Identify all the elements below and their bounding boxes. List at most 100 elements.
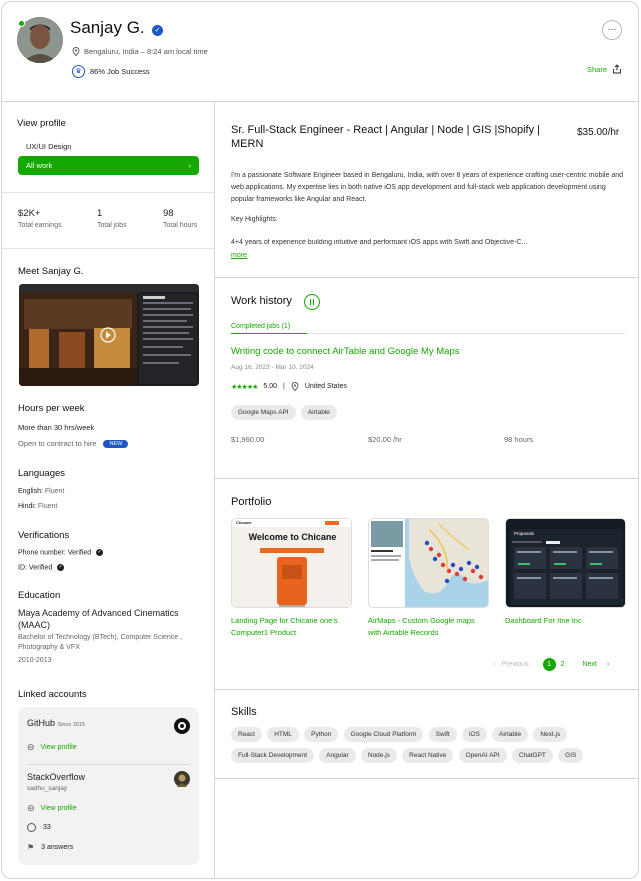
chevron-right-icon: ›	[188, 161, 192, 170]
job-tag[interactable]: Airtable	[300, 405, 337, 420]
education-school: Maya Academy of Advanced Cinematics (MAA…	[18, 608, 179, 630]
skill-chip[interactable]: Python	[304, 727, 339, 742]
skill-chip[interactable]: React Native	[402, 748, 454, 763]
skill-chip[interactable]: Node.js	[360, 748, 397, 763]
location-pin-icon	[72, 47, 80, 56]
portfolio-item-title[interactable]: Landing Page for Chicane one's Computer1…	[231, 615, 352, 639]
skill-chip[interactable]: OpenAI API	[458, 748, 507, 763]
stat-label: Total hours	[163, 222, 198, 229]
specialization-ux-ui[interactable]: UX/UI Design	[26, 142, 71, 151]
stackoverflow-view-profile-link[interactable]: ⊖ View profile	[27, 803, 77, 814]
tab-completed-jobs[interactable]: Completed jobs (1)	[231, 323, 290, 330]
more-link[interactable]: more	[231, 252, 247, 259]
chevron-left-icon: ‹	[493, 661, 496, 668]
verification-label: ID:	[18, 564, 27, 572]
more-options-button[interactable]: ···	[602, 20, 622, 40]
language-hindi: Hindi: Fluent	[18, 503, 57, 510]
stackoverflow-avatar	[174, 771, 190, 787]
language-english: English: Fluent	[18, 488, 64, 495]
highlight-item: 4+4 years of experience building intuiti…	[231, 239, 528, 246]
overview-section: Sr. Full-Stack Engineer - React | Angula…	[215, 102, 638, 278]
location-text: Bengaluru, India – 8:24 am local time	[84, 47, 208, 56]
skill-chip[interactable]: Airtable	[492, 727, 529, 742]
linked-accounts-title: Linked accounts	[18, 689, 87, 700]
job-tag[interactable]: Google Maps API	[231, 405, 296, 420]
view-profile-label: View profile	[40, 805, 77, 812]
skill-chip[interactable]: HTML	[267, 727, 299, 742]
intro-video[interactable]	[19, 284, 199, 386]
language-name: English:	[18, 488, 43, 495]
portfolio-grid: Chicane Welcome to Chicane Proposals	[231, 518, 631, 613]
verifications-title: Verifications	[18, 530, 70, 541]
hours-value: More than 30 hrs/week	[18, 423, 95, 432]
link-icon: ⊖	[27, 742, 35, 752]
stat-label: Total earnings	[18, 222, 62, 229]
skill-chip[interactable]: Angular	[319, 748, 356, 763]
portfolio-thumb-dashboard[interactable]: Proposals	[505, 518, 626, 608]
job-success: ♛ 86% Job Success	[72, 65, 150, 78]
pagination: ‹ Previous 1 2 Next ›	[493, 658, 609, 671]
check-icon: ✓	[57, 564, 65, 571]
work-history-section: Work history Completed jobs (1) Writing …	[215, 278, 638, 479]
pagination-page-1[interactable]: 1	[542, 658, 556, 671]
stat-value: $2K+	[18, 208, 41, 219]
job-hours: 98 hours	[504, 435, 534, 444]
github-name: GitHub	[27, 718, 56, 728]
skill-chip[interactable]: Swift	[428, 727, 457, 742]
language-name: Hindi:	[18, 503, 36, 510]
stat-value: 98	[163, 208, 174, 219]
job-success-text: 86% Job Success	[90, 67, 150, 76]
tab-underline	[231, 333, 307, 334]
portfolio-item-title[interactable]: AirMaps - Custom Google maps with Airtab…	[368, 615, 489, 639]
info-icon[interactable]	[304, 294, 320, 310]
meet-title: Meet Sanjay G.	[18, 266, 84, 277]
divider	[307, 333, 625, 334]
contract-to-hire-text: Open to contract to hire	[18, 439, 97, 448]
divider	[27, 764, 190, 765]
pagination-previous[interactable]: Previous	[501, 661, 528, 668]
pagination-next[interactable]: Next	[582, 661, 596, 668]
verification-phone: Phone number: Verified ✓	[18, 549, 104, 556]
thumb-heading: Proposals	[514, 531, 535, 536]
profile-card: Sanjay G. ✓ Bengaluru, India – 8:24 am l…	[1, 1, 639, 879]
portfolio-thumb-airmaps[interactable]	[368, 518, 489, 608]
job-rate: $20.00 /hr	[368, 435, 402, 444]
separator: |	[283, 383, 285, 390]
skill-chip[interactable]: Next.js	[533, 727, 568, 742]
skill-chip[interactable]: iOS	[461, 727, 487, 742]
skill-chip[interactable]: ChatGPT	[511, 748, 553, 763]
pagination-page-2[interactable]: 2	[561, 661, 565, 668]
skills-title: Skills	[231, 706, 257, 718]
job-title-link[interactable]: Writing code to connect AirTable and Goo…	[231, 346, 459, 357]
stat-hours: 98 Total hours	[163, 208, 197, 229]
hourly-rate: $35.00/hr	[577, 127, 620, 138]
stat-label: Total jobs	[97, 222, 127, 229]
skill-chip[interactable]: Full-Stack Development	[231, 748, 314, 763]
rating-value: 5.00	[263, 383, 278, 390]
portfolio-section: Portfolio Chicane Welcome to Chicane Pro…	[215, 479, 638, 690]
github-view-profile-link[interactable]: ⊖ View profile	[27, 742, 77, 753]
github-avatar	[174, 718, 190, 734]
divider	[2, 248, 214, 249]
stackoverflow-user: sadhu_sanjay	[27, 785, 68, 792]
verification-value: Verified	[28, 564, 53, 572]
portfolio-item-title[interactable]: Dashboard For Itne Inc	[505, 615, 626, 627]
share-button[interactable]: Share	[587, 64, 622, 74]
profile-name: Sanjay G.	[70, 18, 145, 37]
skill-chip[interactable]: GIS	[558, 748, 584, 763]
portfolio-thumb-chicane[interactable]: Chicane Welcome to Chicane	[231, 518, 352, 608]
crown-icon: ♛	[72, 65, 85, 78]
share-label: Share	[586, 64, 607, 74]
contract-to-hire: Open to contract to hire NEW	[18, 439, 129, 449]
reputation-value: 33	[43, 824, 51, 831]
skill-chip[interactable]: Google Cloud Platform	[343, 727, 424, 742]
github-account: GitHub Since 2015	[27, 718, 85, 728]
linked-accounts-box: GitHub Since 2015 ⊖ View profile StackOv…	[18, 707, 199, 865]
new-badge: NEW	[103, 440, 129, 449]
thumb-heading: Welcome to Chicane	[248, 532, 337, 542]
profile-header: Sanjay G. ✓ Bengaluru, India – 8:24 am l…	[2, 2, 638, 102]
skill-chip[interactable]: React	[231, 727, 262, 742]
link-icon: ⊖	[27, 803, 35, 813]
all-work-button[interactable]: All work ›	[18, 156, 199, 175]
sidebar: View profile UX/UI Design All work › $2K…	[2, 102, 215, 878]
